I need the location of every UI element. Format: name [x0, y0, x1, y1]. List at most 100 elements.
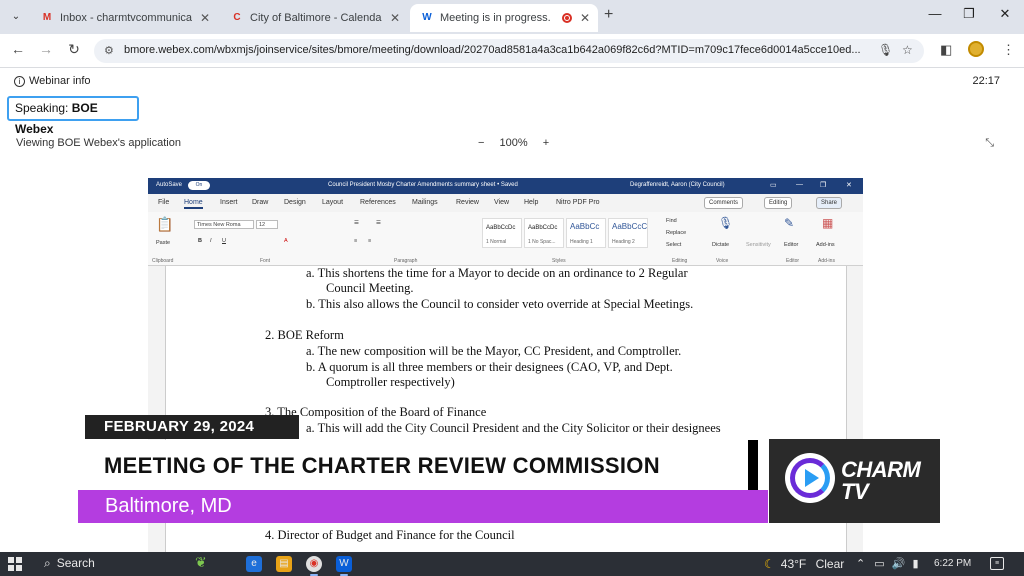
- style-no-spacing[interactable]: AaBbCcDc 1 No Spac...: [524, 218, 564, 248]
- site-info-icon[interactable]: ⚙: [104, 44, 114, 57]
- recording-icon: [562, 13, 572, 23]
- minimize-icon[interactable]: —: [920, 6, 950, 21]
- weather-widget[interactable]: ☾ 43°F Clear: [764, 557, 844, 571]
- volume-icon[interactable]: 🔊: [892, 558, 906, 570]
- tab-nitro[interactable]: Nitro PDF Pro: [556, 199, 600, 206]
- word-user-name: Degraffenreidt, Aaron (City Council): [630, 182, 725, 188]
- share-button[interactable]: Share: [816, 197, 843, 209]
- paste-icon[interactable]: 📋: [156, 216, 173, 233]
- back-arrow-icon[interactable]: ←: [8, 41, 28, 57]
- style-heading-2[interactable]: AaBbCcC Heading 2: [608, 218, 648, 248]
- add-ins-group-label: Add-ins: [818, 258, 835, 264]
- tab-search-chevron-icon[interactable]: ⌄: [6, 7, 26, 27]
- title-bar: MEETING OF THE CHARTER REVIEW COMMISSION: [68, 440, 758, 490]
- style-heading-1[interactable]: AaBbCc Heading 1: [566, 218, 606, 248]
- chevron-up-icon[interactable]: ⌃: [856, 558, 865, 570]
- microphone-icon[interactable]: 🎙: [878, 43, 893, 57]
- italic-icon[interactable]: I: [210, 238, 212, 244]
- numbering-icon[interactable]: ☰: [376, 220, 381, 226]
- tab-calendar[interactable]: C City of Baltimore - Calendar ✕: [220, 4, 408, 32]
- address-bar[interactable]: ⚙ bmore.webex.com/wbxmjs/joinservice/sit…: [94, 39, 924, 63]
- style-name: 1 Normal: [486, 239, 507, 245]
- forward-arrow-icon[interactable]: →: [36, 41, 56, 57]
- tab-insert[interactable]: Insert: [220, 199, 238, 206]
- reload-icon[interactable]: ↻: [64, 41, 84, 58]
- add-ins-grid-icon[interactable]: ▦: [822, 216, 833, 230]
- paste-button[interactable]: Paste: [156, 240, 170, 246]
- edge-icon[interactable]: e: [246, 556, 262, 572]
- webex-icon: W: [422, 12, 432, 23]
- menu-kebab-icon[interactable]: ⋮: [1002, 42, 1015, 58]
- editor-button[interactable]: Editor: [784, 242, 798, 248]
- tab-file[interactable]: File: [158, 199, 169, 206]
- bookmark-star-icon[interactable]: ☆: [902, 43, 913, 57]
- underline-icon[interactable]: U: [222, 238, 226, 244]
- tab-label: City of Baltimore - Calendar: [250, 12, 382, 24]
- side-panel-icon[interactable]: ◧: [940, 42, 952, 58]
- bold-icon[interactable]: B: [198, 238, 202, 244]
- tab-layout[interactable]: Layout: [322, 199, 343, 206]
- notification-icon[interactable]: ≡: [990, 557, 1004, 570]
- tab-mailings[interactable]: Mailings: [412, 199, 438, 206]
- font-color-icon[interactable]: A: [284, 238, 288, 244]
- tab-references[interactable]: References: [360, 199, 396, 206]
- profile-avatar[interactable]: [968, 41, 984, 57]
- tab-view[interactable]: View: [494, 199, 509, 206]
- network-icon[interactable]: ▭: [874, 558, 884, 570]
- replace-button[interactable]: Replace: [666, 230, 686, 236]
- ribbon-display-icon[interactable]: ▭: [770, 181, 777, 189]
- word-title-bar: AutoSave On Council President Mosby Char…: [148, 178, 863, 194]
- tab-label: Meeting is in progress...: [440, 12, 550, 24]
- doc-line: Comptroller respectively): [326, 375, 455, 389]
- webex-taskbar-icon[interactable]: W: [336, 556, 352, 576]
- play-icon: [805, 469, 819, 487]
- temperature: 43°F: [780, 557, 807, 571]
- taskbar-search[interactable]: ⌕ Search: [38, 556, 95, 571]
- dictate-button[interactable]: Dictate: [712, 242, 729, 248]
- tab-home[interactable]: Home: [184, 199, 203, 209]
- editing-mode-button[interactable]: Editing: [764, 197, 793, 209]
- style-name: Heading 1: [570, 239, 593, 245]
- editor-pen-icon[interactable]: ✎: [784, 216, 794, 230]
- restore-icon[interactable]: ❐: [954, 6, 984, 22]
- comments-button[interactable]: Comments: [704, 197, 744, 209]
- windows-start-icon[interactable]: [8, 557, 22, 571]
- align-center-icon[interactable]: ≡: [368, 238, 371, 244]
- zoom-in-button[interactable]: +: [543, 137, 549, 149]
- font-name-select[interactable]: Times New Roma: [194, 220, 254, 229]
- add-ins-button[interactable]: Add-ins: [816, 242, 835, 248]
- word-minimize-icon[interactable]: —: [796, 181, 803, 188]
- close-tab-icon[interactable]: ✕: [580, 4, 590, 32]
- tab-inbox[interactable]: M Inbox - charmtvcommunicatio ✕: [30, 4, 218, 32]
- tab-review[interactable]: Review: [456, 199, 479, 206]
- broadcast-date: FEBRUARY 29, 2024: [85, 415, 299, 439]
- tab-design[interactable]: Design: [284, 199, 306, 206]
- sensitivity-button[interactable]: Sensitivity: [746, 242, 771, 248]
- find-button[interactable]: Find: [666, 218, 677, 224]
- battery-icon[interactable]: ▮: [913, 558, 919, 570]
- close-tab-icon[interactable]: ✕: [200, 4, 210, 32]
- taskbar-clock[interactable]: 6:22 PM: [934, 558, 971, 569]
- word-restore-icon[interactable]: ❐: [820, 181, 826, 189]
- zoom-out-button[interactable]: −: [478, 137, 484, 149]
- file-explorer-icon[interactable]: ▤: [276, 556, 292, 572]
- webinar-info-button[interactable]: i Webinar info: [14, 75, 91, 87]
- tab-meeting[interactable]: W Meeting is in progress... ✕: [410, 4, 598, 32]
- tab-draw[interactable]: Draw: [252, 199, 268, 206]
- tab-help[interactable]: Help: [524, 199, 538, 206]
- word-close-icon[interactable]: ✕: [846, 181, 852, 189]
- bullets-icon[interactable]: ☰: [354, 220, 359, 226]
- select-button[interactable]: Select: [666, 242, 681, 248]
- chrome-icon[interactable]: ◉: [306, 556, 322, 576]
- font-size-select[interactable]: 12: [256, 220, 278, 229]
- broadcast-title: MEETING OF THE CHARTER REVIEW COMMISSION: [104, 453, 660, 478]
- align-left-icon[interactable]: ≡: [354, 238, 357, 244]
- close-window-icon[interactable]: ✕: [990, 6, 1020, 22]
- new-tab-icon[interactable]: +: [604, 6, 613, 24]
- google-icon: C: [233, 12, 241, 23]
- style-normal[interactable]: AaBbCcDc 1 Normal: [482, 218, 522, 248]
- pop-out-icon[interactable]: ⤡: [985, 137, 994, 150]
- microphone-icon[interactable]: 🎙: [718, 216, 733, 230]
- close-tab-icon[interactable]: ✕: [390, 4, 400, 32]
- autosave-toggle[interactable]: On: [188, 181, 210, 190]
